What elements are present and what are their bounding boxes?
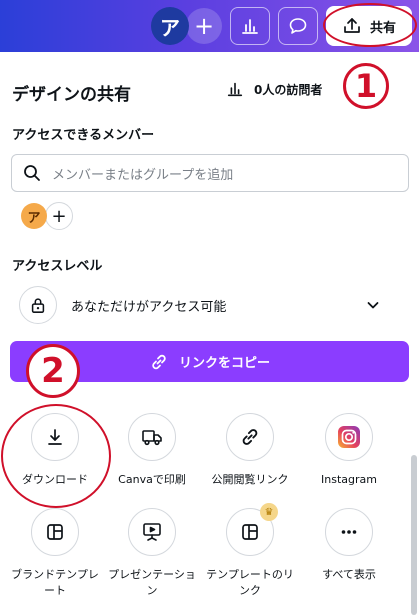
access-level-label: アクセスレベル: [12, 259, 103, 274]
option-label: ブランドテンプレート: [11, 568, 99, 597]
option-label: 公開閲覧リンク: [211, 473, 289, 486]
visitors-count[interactable]: 0人の訪問者: [226, 80, 322, 98]
share-label: 共有: [369, 20, 396, 36]
add-collaborator-button[interactable]: +: [186, 8, 222, 44]
option-instagram[interactable]: Instagram: [301, 413, 397, 488]
add-member-button[interactable]: +: [45, 202, 73, 230]
download-icon: [48, 429, 62, 445]
scrollbar[interactable]: [411, 455, 417, 615]
more-icon: [341, 530, 357, 534]
bar-chart-icon: [227, 82, 243, 97]
template-link-icon-wrapper: ♛: [226, 503, 278, 556]
chevron-down-icon: [367, 302, 379, 309]
presentation-icon-wrapper: [128, 508, 176, 556]
bar-chart-icon: [242, 19, 258, 34]
option-presentation[interactable]: プレゼンテーション: [104, 508, 200, 599]
option-label: プレゼンテーション: [108, 568, 196, 597]
user-avatar[interactable]: ア: [151, 7, 189, 45]
option-brand-template[interactable]: ブランドテンプレート: [7, 508, 103, 599]
option-show-all[interactable]: すべて表示: [301, 508, 397, 583]
option-template-link[interactable]: ♛ テンプレートのリンク: [202, 503, 298, 599]
template-icon: [47, 524, 63, 540]
comment-button[interactable]: [278, 7, 318, 45]
link-icon: [152, 354, 166, 369]
comment-icon: [289, 18, 307, 34]
search-placeholder: メンバーまたはグループを追加: [52, 167, 234, 183]
lock-icon-wrapper: [19, 286, 57, 324]
copy-link-label: リンクをコピー: [178, 356, 270, 371]
annotation-marker-2: 2: [26, 344, 80, 398]
template-icon-wrapper: [31, 508, 79, 556]
option-label: Canvaで印刷: [118, 473, 186, 486]
truck-icon: [142, 430, 162, 446]
option-download[interactable]: ダウンロード: [7, 413, 103, 488]
member-search-input[interactable]: メンバーまたはグループを追加: [11, 154, 409, 192]
download-icon-wrapper: [31, 413, 79, 461]
option-label: Instagram: [321, 473, 377, 486]
members-label: アクセスできるメンバー: [12, 128, 155, 143]
access-level-dropdown[interactable]: あなただけがアクセス可能: [12, 283, 409, 327]
presentation-icon: [143, 523, 161, 541]
template-link-icon: [242, 524, 258, 540]
crown-icon: ♛: [260, 503, 278, 521]
member-avatar[interactable]: ア: [21, 203, 47, 229]
instagram-icon-wrapper: [325, 413, 373, 461]
option-print[interactable]: Canvaで印刷: [104, 413, 200, 488]
link-icon: [242, 429, 258, 445]
share-button[interactable]: 共有: [326, 6, 412, 46]
panel-title: デザインの共有: [12, 85, 131, 105]
upload-icon: [344, 18, 360, 33]
truck-icon-wrapper: [128, 413, 176, 461]
access-level-value: あなただけがアクセス可能: [71, 299, 227, 315]
search-icon: [24, 165, 40, 181]
lock-icon: [31, 298, 45, 313]
option-label: すべて表示: [322, 568, 376, 581]
visitors-label: 0人の訪問者: [254, 82, 323, 97]
analytics-button[interactable]: [230, 7, 270, 45]
option-public-link[interactable]: 公開閲覧リンク: [202, 413, 298, 488]
top-bar: + ア 共有: [0, 0, 419, 52]
link-icon-wrapper: [226, 413, 274, 461]
annotation-marker-1: 1: [343, 63, 389, 109]
option-label: テンプレートのリンク: [206, 568, 294, 597]
more-icon-wrapper: [325, 508, 373, 556]
instagram-icon: [338, 426, 360, 448]
option-label: ダウンロード: [22, 473, 88, 486]
